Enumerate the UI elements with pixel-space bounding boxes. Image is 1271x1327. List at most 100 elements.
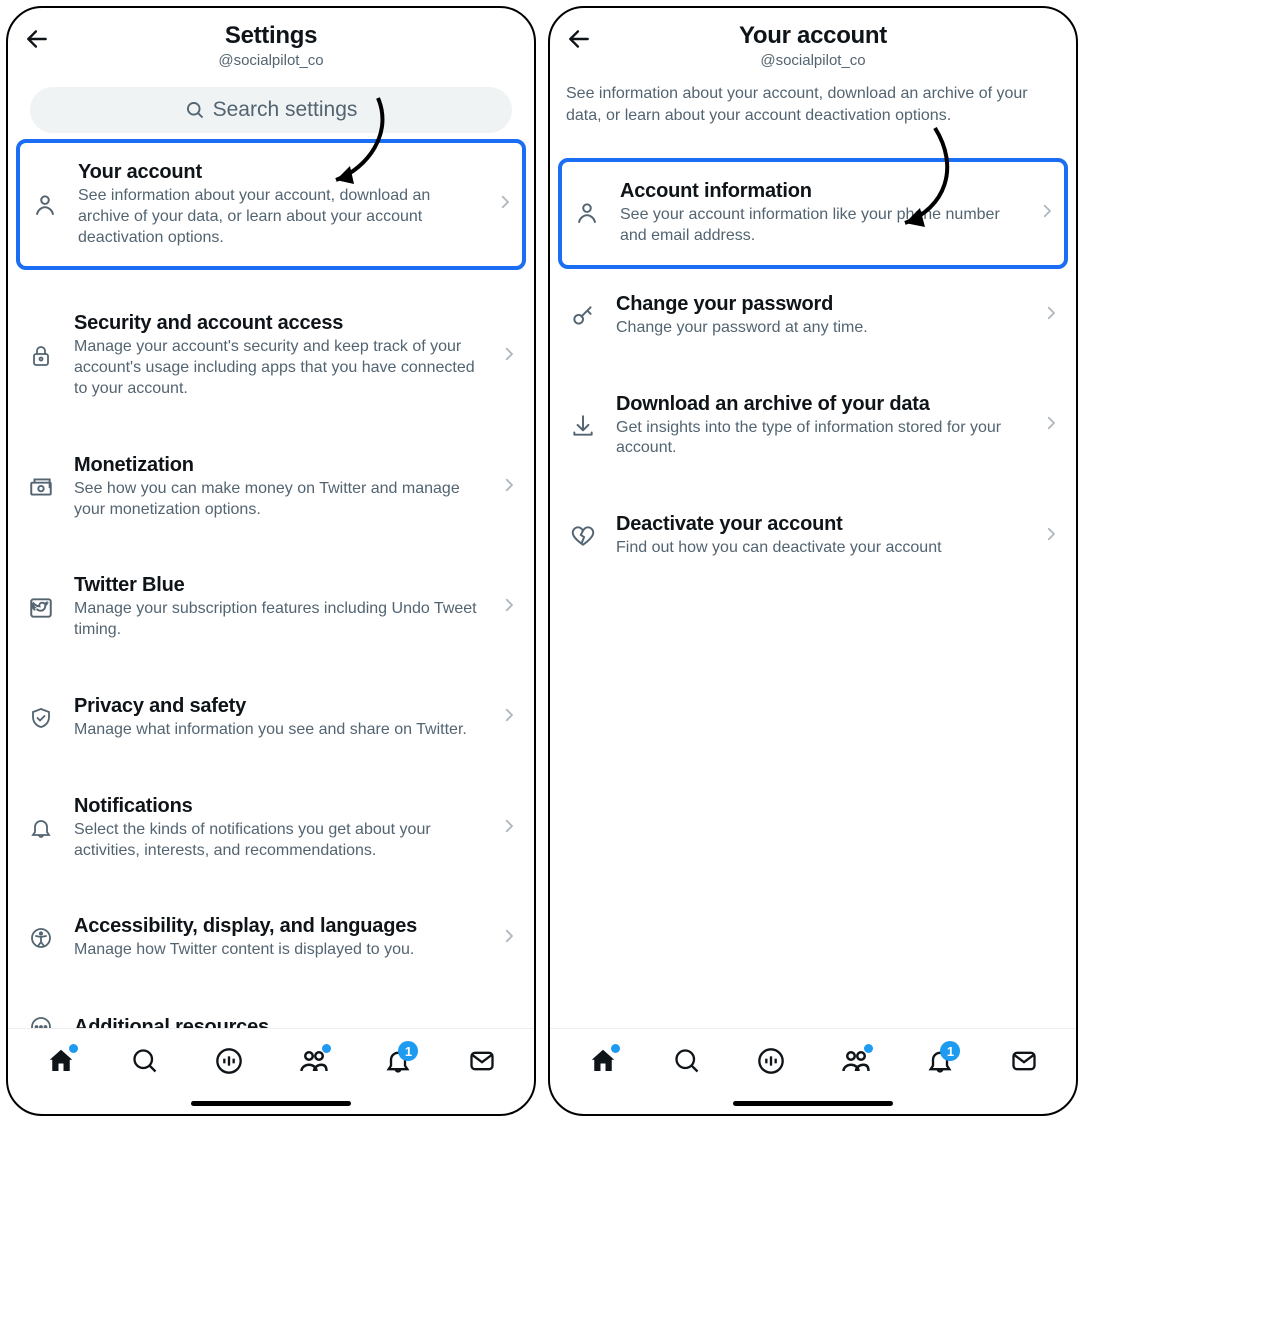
download-icon <box>566 413 600 439</box>
nav-search[interactable] <box>673 1047 701 1080</box>
notifications-badge: 1 <box>940 1041 960 1061</box>
chevron-right-icon <box>1042 304 1060 327</box>
person-icon <box>28 192 62 218</box>
item-desc: Change your password at any time. <box>616 318 1026 339</box>
page-handle: @socialpilot_co <box>562 52 1064 69</box>
settings-item-monetization[interactable]: Monetization See how you can make money … <box>16 436 526 539</box>
nav-messages[interactable] <box>1010 1047 1038 1080</box>
nav-spaces[interactable] <box>215 1047 243 1080</box>
item-label: Your account <box>78 161 480 184</box>
item-desc: See how you can make money on Twitter an… <box>74 479 484 521</box>
mail-icon <box>1010 1047 1038 1075</box>
nav-messages[interactable] <box>468 1047 496 1080</box>
nav-home[interactable] <box>46 1046 76 1081</box>
search-input[interactable]: Search settings <box>30 87 512 133</box>
header: Settings @socialpilot_co <box>8 8 534 77</box>
indicator-dot <box>611 1044 620 1053</box>
mail-icon <box>468 1047 496 1075</box>
back-button[interactable] <box>566 26 592 57</box>
item-desc: Get insights into the type of informatio… <box>616 418 1026 460</box>
settings-item-your-account[interactable]: Your account See information about your … <box>16 139 526 270</box>
page-description: See information about your account, down… <box>558 77 1068 140</box>
item-desc: See information about your account, down… <box>78 186 480 248</box>
search-container: Search settings <box>8 77 534 139</box>
item-label: Download an archive of your data <box>616 393 1026 416</box>
page-title: Settings <box>20 22 522 50</box>
arrow-left-icon <box>24 26 50 52</box>
search-icon <box>185 100 205 120</box>
mic-icon <box>215 1047 243 1075</box>
nav-notifications[interactable]: 1 <box>926 1047 954 1080</box>
money-icon <box>24 474 58 500</box>
account-item-info[interactable]: Account information See your account inf… <box>558 158 1068 269</box>
account-item-password[interactable]: Change your password Change your passwor… <box>558 275 1068 357</box>
nav-notifications[interactable]: 1 <box>384 1047 412 1080</box>
item-label: Notifications <box>74 795 484 818</box>
page-title: Your account <box>562 22 1064 50</box>
indicator-dot <box>322 1044 331 1053</box>
item-label: Deactivate your account <box>616 513 1026 536</box>
chevron-right-icon <box>500 345 518 368</box>
item-label: Security and account access <box>74 312 484 335</box>
person-icon <box>570 200 604 226</box>
chevron-right-icon <box>500 817 518 840</box>
indicator-dot <box>864 1044 873 1053</box>
account-content: See information about your account, down… <box>550 77 1076 1028</box>
chevron-right-icon <box>496 193 514 216</box>
bottom-nav: 1 <box>8 1028 534 1114</box>
chevron-right-icon <box>500 927 518 950</box>
settings-item-notifications[interactable]: Notifications Select the kinds of notifi… <box>16 777 526 880</box>
settings-item-additional[interactable]: Additional resources <box>16 997 526 1028</box>
shield-icon <box>24 706 58 730</box>
item-desc: Manage your account's security and keep … <box>74 337 484 399</box>
item-desc: Select the kinds of notifications you ge… <box>74 820 484 862</box>
nav-search[interactable] <box>131 1047 159 1080</box>
twitter-blue-icon <box>24 595 58 621</box>
page-handle: @socialpilot_co <box>20 52 522 69</box>
item-desc: Manage what information you see and shar… <box>74 720 484 741</box>
item-label: Privacy and safety <box>74 695 484 718</box>
lock-icon <box>24 344 58 368</box>
item-desc: Manage your subscription features includ… <box>74 599 484 641</box>
account-item-archive[interactable]: Download an archive of your data Get ins… <box>558 375 1068 478</box>
settings-list: Your account See information about your … <box>8 139 534 1028</box>
indicator-dot <box>69 1044 78 1053</box>
item-label: Account information <box>620 180 1022 203</box>
accessibility-icon <box>24 926 58 950</box>
nav-spaces[interactable] <box>757 1047 785 1080</box>
key-icon <box>566 303 600 329</box>
nav-communities[interactable] <box>841 1046 871 1081</box>
mic-icon <box>757 1047 785 1075</box>
back-button[interactable] <box>24 26 50 57</box>
settings-item-twitter-blue[interactable]: Twitter Blue Manage your subscription fe… <box>16 556 526 659</box>
search-icon <box>673 1047 701 1075</box>
notifications-badge: 1 <box>398 1041 418 1061</box>
search-icon <box>131 1047 159 1075</box>
home-indicator <box>191 1101 351 1106</box>
nav-communities[interactable] <box>299 1046 329 1081</box>
header: Your account @socialpilot_co <box>550 8 1076 77</box>
your-account-screen: Your account @socialpilot_co See informa… <box>548 6 1078 1116</box>
item-desc: Find out how you can deactivate your acc… <box>616 538 1026 559</box>
chevron-right-icon <box>500 596 518 619</box>
chevron-right-icon <box>500 476 518 499</box>
chevron-right-icon <box>1038 202 1056 225</box>
chevron-right-icon <box>500 706 518 729</box>
item-desc: See your account information like your p… <box>620 205 1022 247</box>
chevron-right-icon <box>1042 414 1060 437</box>
settings-item-security[interactable]: Security and account access Manage your … <box>16 294 526 417</box>
item-label: Twitter Blue <box>74 574 484 597</box>
search-placeholder: Search settings <box>213 98 358 122</box>
settings-item-accessibility[interactable]: Accessibility, display, and languages Ma… <box>16 897 526 979</box>
item-label: Accessibility, display, and languages <box>74 915 484 938</box>
bell-icon <box>24 816 58 840</box>
chevron-right-icon <box>1042 525 1060 548</box>
account-item-deactivate[interactable]: Deactivate your account Find out how you… <box>558 495 1068 577</box>
item-desc: Manage how Twitter content is displayed … <box>74 940 484 961</box>
item-label: Change your password <box>616 293 1026 316</box>
item-label: Monetization <box>74 454 484 477</box>
settings-screen: Settings @socialpilot_co Search settings… <box>6 6 536 1116</box>
settings-item-privacy[interactable]: Privacy and safety Manage what informati… <box>16 677 526 759</box>
nav-home[interactable] <box>588 1046 618 1081</box>
home-indicator <box>733 1101 893 1106</box>
